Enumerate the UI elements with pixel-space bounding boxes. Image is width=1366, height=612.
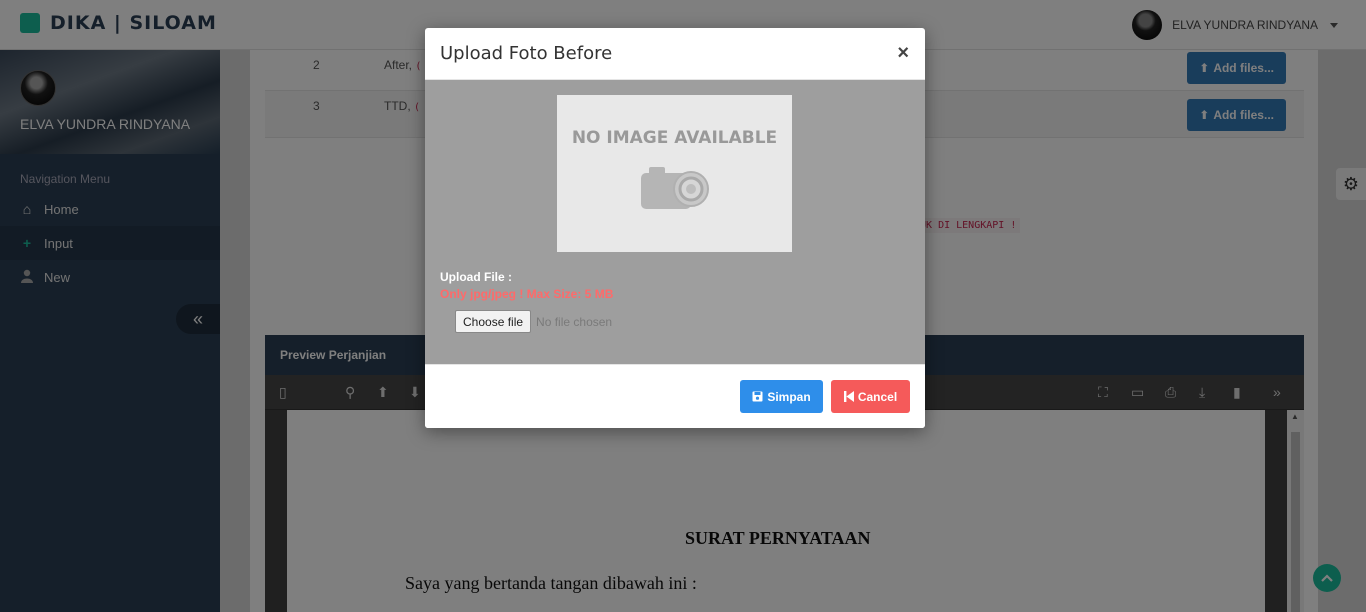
save-button-label: Simpan [767, 389, 811, 404]
choose-file-button[interactable]: Choose file [455, 310, 532, 333]
no-image-text: NO IMAGE AVAILABLE [571, 128, 778, 148]
upload-file-label: Upload File : [440, 270, 512, 284]
modal-title: Upload Foto Before [440, 43, 613, 64]
save-button[interactable]: Simpan [740, 380, 823, 413]
file-status: No file chosen [536, 314, 613, 329]
modal-header: Upload Foto Before × [425, 28, 925, 80]
step-backward-icon [843, 391, 854, 402]
upload-modal: Upload Foto Before × NO IMAGE AVAILABLE … [425, 28, 925, 428]
image-preview: NO IMAGE AVAILABLE [557, 95, 792, 252]
cancel-button[interactable]: Cancel [831, 380, 910, 413]
floppy-disk-icon [752, 391, 763, 402]
close-icon[interactable]: × [897, 42, 909, 65]
modal-footer: Simpan Cancel [425, 364, 925, 428]
cancel-button-label: Cancel [857, 389, 898, 404]
modal-body: NO IMAGE AVAILABLE Upload File : Only jp… [425, 80, 925, 364]
upload-file-note: Only jpg/jpeg ! Max Size: 5 MB [440, 287, 614, 301]
file-input[interactable]: Choose file No file chosen [455, 310, 612, 333]
camera-icon [641, 167, 709, 209]
